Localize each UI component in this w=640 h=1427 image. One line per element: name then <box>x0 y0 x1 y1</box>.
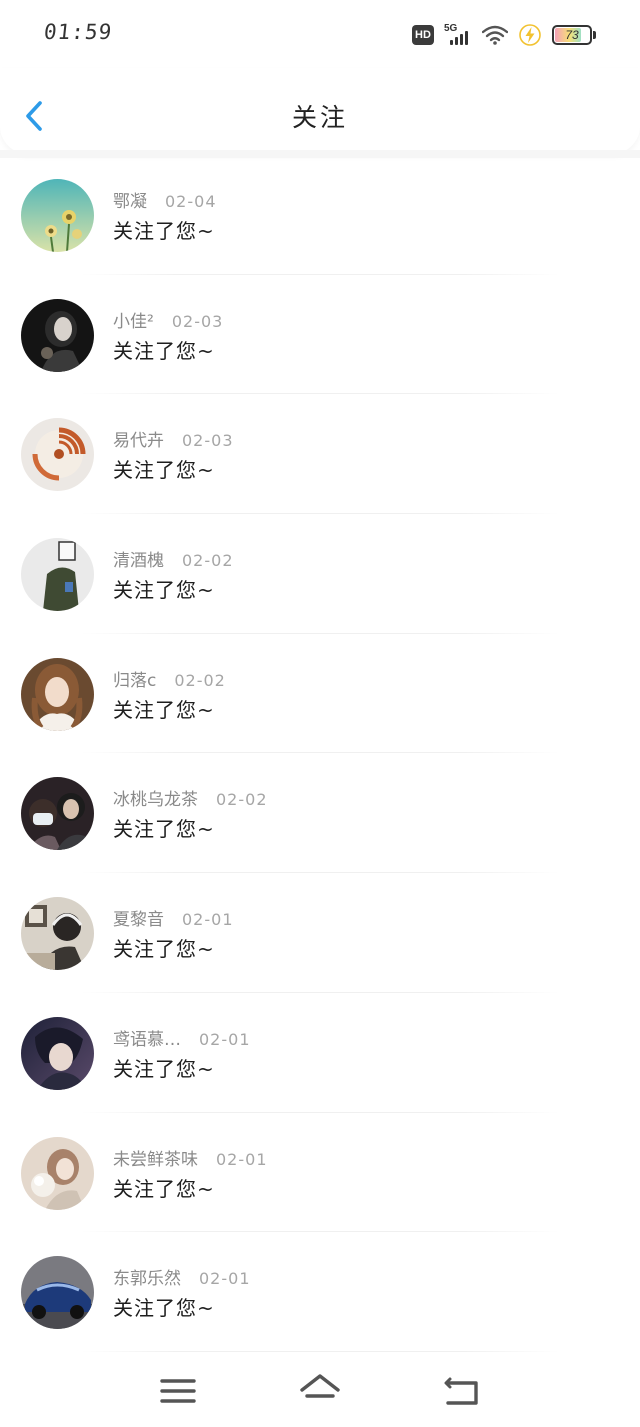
follower-name: 归落c <box>113 670 157 691</box>
signal-icon: 5G <box>444 23 472 46</box>
follower-name-line: 夏黎音 02-01 <box>113 905 234 930</box>
list-item[interactable]: 易代卉 02-03 关注了您~ <box>0 394 640 515</box>
avatar[interactable] <box>21 1016 94 1090</box>
hd-icon: HD <box>412 25 434 45</box>
battery-icon: 73 <box>552 25 592 45</box>
page-title: 关注 <box>291 103 348 132</box>
follow-date: 02-04 <box>165 192 217 211</box>
menu-icon <box>160 1379 196 1403</box>
follow-message: 关注了您~ <box>113 817 215 842</box>
list-item[interactable]: 鸢语慕… 02-01 关注了您~ <box>0 993 640 1113</box>
follower-name-line: 未尝鲜茶味 02-01 <box>113 1145 268 1170</box>
follow-date: 02-01 <box>199 1029 251 1049</box>
follow-message: 关注了您~ <box>113 458 215 483</box>
follow-message: 关注了您~ <box>113 1176 215 1201</box>
list-item[interactable]: 未尝鲜茶味 02-01 关注了您~ <box>0 1113 640 1233</box>
follow-date: 02-01 <box>216 1149 268 1169</box>
avatar[interactable] <box>21 777 94 851</box>
status-bar: 01:59 HD 5G 73 <box>0 0 640 68</box>
avatar[interactable] <box>21 179 94 252</box>
list-item[interactable]: 夏黎音 02-01 关注了您~ <box>0 873 640 993</box>
follower-name-line: 清酒槐 02-02 <box>113 546 234 571</box>
status-icons: HD 5G 73 <box>412 22 596 48</box>
follower-name: 冰桃乌龙茶 <box>113 790 198 811</box>
follower-name: 小佳² <box>113 311 154 332</box>
follow-message: 关注了您~ <box>113 1296 215 1321</box>
follow-date: 02-01 <box>182 910 234 930</box>
menu-button[interactable] <box>158 1373 198 1409</box>
follow-date: 02-03 <box>171 311 224 331</box>
follower-name: 鄂凝 <box>113 192 147 212</box>
follower-name-line: 冰桃乌龙茶 02-02 <box>113 785 268 810</box>
charging-icon <box>519 24 541 46</box>
avatar[interactable] <box>21 298 94 372</box>
follower-name: 未尝鲜茶味 <box>113 1149 198 1170</box>
app-header: 关注 <box>0 68 640 154</box>
follower-name: 夏黎音 <box>113 910 164 931</box>
follow-date: 02-02 <box>182 551 234 571</box>
home-icon <box>300 1374 340 1398</box>
follower-name: 东郭乐然 <box>113 1269 181 1290</box>
follow-message: 关注了您~ <box>113 219 215 243</box>
battery-level: 73 <box>565 28 579 42</box>
avatar[interactable] <box>21 897 94 971</box>
list-item[interactable]: 归落c 02-02 关注了您~ <box>0 634 640 754</box>
status-time: 01:59 <box>42 20 114 44</box>
follower-name-line: 鄂凝 02-04 <box>113 187 217 212</box>
back-icon <box>444 1377 478 1405</box>
follow-list: 鄂凝 02-04 关注了您~ 小佳² 02-03 关注了您~ 易代卉 02-03… <box>0 155 640 1352</box>
follow-date: 02-01 <box>199 1269 251 1289</box>
avatar[interactable] <box>21 418 94 492</box>
list-item[interactable]: 清酒槐 02-02 关注了您~ <box>0 514 640 634</box>
follower-name-line: 小佳² 02-03 <box>113 307 223 332</box>
list-item[interactable]: 冰桃乌龙茶 02-02 关注了您~ <box>0 753 640 874</box>
follow-message: 关注了您~ <box>113 1056 215 1081</box>
follow-date: 02-02 <box>216 790 268 810</box>
list-item[interactable]: 东郭乐然 02-01 关注了您~ <box>0 1232 640 1352</box>
follower-name: 易代卉 <box>113 431 164 452</box>
system-nav-bar <box>0 1357 640 1427</box>
divider <box>80 1350 560 1352</box>
back-nav-button[interactable] <box>442 1373 482 1409</box>
follow-message: 关注了您~ <box>113 697 215 722</box>
avatar[interactable] <box>21 1256 94 1330</box>
list-item[interactable]: 小佳² 02-03 关注了您~ <box>0 275 640 395</box>
follower-name: 鸢语慕… <box>113 1029 181 1050</box>
follower-name: 清酒槐 <box>113 551 164 572</box>
follower-name-line: 东郭乐然 02-01 <box>113 1264 251 1289</box>
avatar[interactable] <box>21 657 94 731</box>
follow-message: 关注了您~ <box>113 937 215 962</box>
follow-date: 02-02 <box>174 670 226 690</box>
wifi-icon <box>482 25 508 45</box>
list-item[interactable]: 鄂凝 02-04 关注了您~ <box>0 155 640 275</box>
follow-message: 关注了您~ <box>113 578 215 603</box>
avatar[interactable] <box>21 538 94 612</box>
follow-date: 02-03 <box>182 431 234 451</box>
avatar[interactable] <box>21 1136 94 1210</box>
follow-message: 关注了您~ <box>113 338 215 363</box>
home-button[interactable] <box>299 1373 340 1409</box>
follower-name-line: 鸢语慕… 02-01 <box>113 1025 251 1050</box>
follower-name-line: 易代卉 02-03 <box>113 426 234 451</box>
follower-name-line: 归落c 02-02 <box>113 666 226 691</box>
